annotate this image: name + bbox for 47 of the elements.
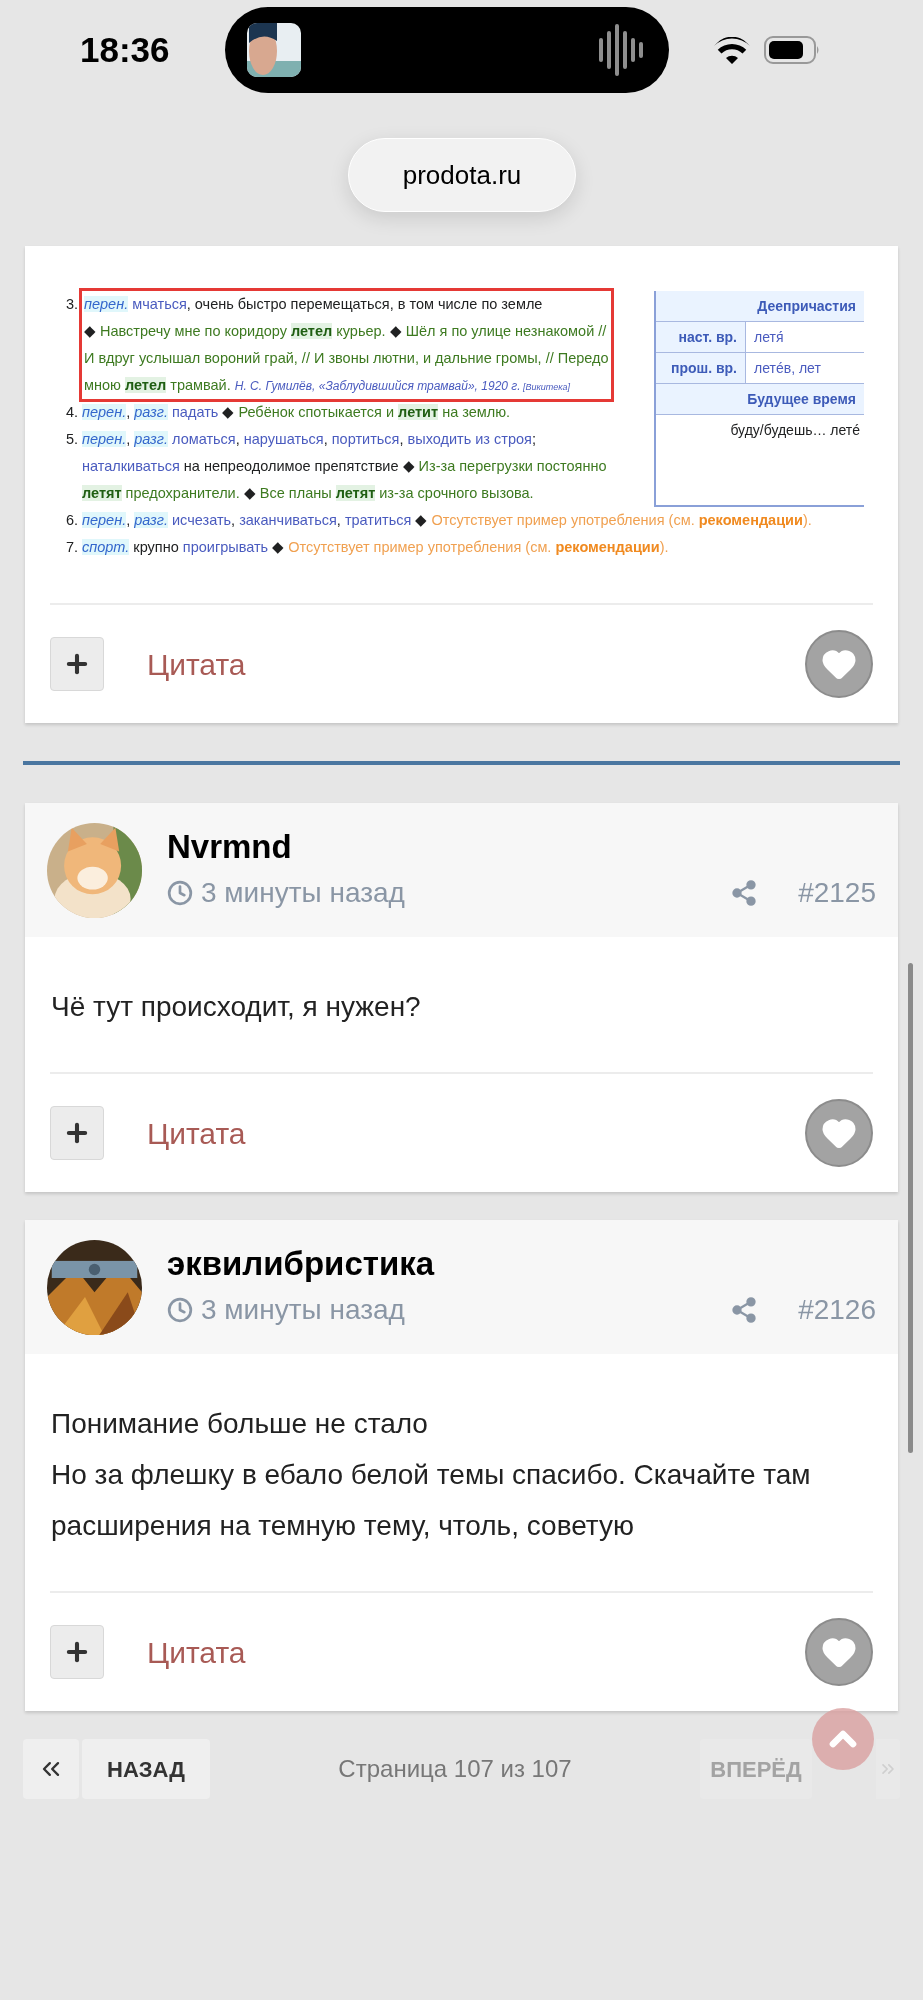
add-button[interactable] [50,1106,104,1160]
clock-icon [167,880,193,906]
excerpt-line: перен., разг. ломаться, нарушаться, портиться, выходить из строя; [82,430,537,449]
entry-number: 6. [66,511,80,530]
status-time: 18:36 [80,28,170,71]
table-cell-text: летя́ [753,328,784,347]
entry-number: 3. [66,295,80,314]
quote-link[interactable]: Цитата [147,1629,246,1675]
entry-number: 7. [66,538,80,557]
battery-icon [763,36,820,64]
share-icon[interactable] [730,1296,759,1324]
table-header: Деепричастия [656,291,864,322]
table-cell: наст. вр. [656,322,746,352]
excerpt-line: перен., разг. падать ◆ Ребёнок спотыкается и летит на землю. [82,403,511,422]
share-icon[interactable] [730,879,759,907]
excerpt-line: перен., разг. исчезать, заканчиваться, тратиться ◆ Отсутствует пример употребления (см. рекомендации). [82,511,812,530]
address-pill[interactable]: prodota.ru [348,138,576,212]
post-number[interactable]: #2125 [798,872,876,914]
clock-icon [167,1297,193,1323]
excerpt-line: ◆ Навстречу мне по коридору летел курьер. ◆ Шёл я по улице незнакомой // [84,322,608,341]
entry-number: 4. [66,403,80,422]
post-time: 3 минуты назад [201,876,405,910]
table-cell-text: буду/будешь… летé [729,421,861,440]
quote-link[interactable]: Цитата [147,1110,246,1156]
page-info: Страница 107 из 107 [338,1754,572,1784]
excerpt-line: спорт. крупно проигрывать ◆ Отсутствует пример употребления (см. рекомендации). [82,538,669,557]
table-cell-text: летéв, лет [753,359,821,378]
author-name[interactable]: Nvrmnd [167,826,876,868]
post-text: Понимание больше не стало [51,1407,429,1441]
add-button[interactable] [50,1625,104,1679]
excerpt-line: мною летел трамвай. Н. С. Гумилёв, «Заблудившийся трамвай», 1920 г. [Викитека] [84,376,572,395]
excerpt-line: летят предохранители. ◆ Все планы летят из-за срочного вызова. [82,484,535,503]
excerpt-line: наталкиваться на непреодолимое препятствие ◆ Из-за перегрузки постоянно [82,457,607,476]
excerpt-line: И вдруг услышал вороний грай, // И звоны лютни, и дальние громы, // Передо [84,349,609,368]
table-cell: прош. вр. [656,353,746,383]
excerpt-line: перен. мчаться, очень быстро перемещаться, в том числе по земле [84,295,544,314]
entry-number: 5. [66,430,80,449]
prev-button[interactable]: НАЗАД [82,1739,210,1799]
first-page-button[interactable] [23,1739,79,1799]
post-text: Чё тут происходит, я нужен? [51,990,422,1024]
author-name[interactable]: эквилибристика [167,1243,876,1285]
table-header: Будущее время [656,384,864,415]
add-button[interactable] [50,637,104,691]
post-text: Но за флешку в ебало белой темы спасибо. Скачайте там расширения на темную тему, чтоль, советую [51,1458,812,1543]
post-number[interactable]: #2126 [798,1289,876,1331]
quote-link[interactable]: Цитата [147,641,246,687]
post-time: 3 минуты назад [201,1293,405,1327]
